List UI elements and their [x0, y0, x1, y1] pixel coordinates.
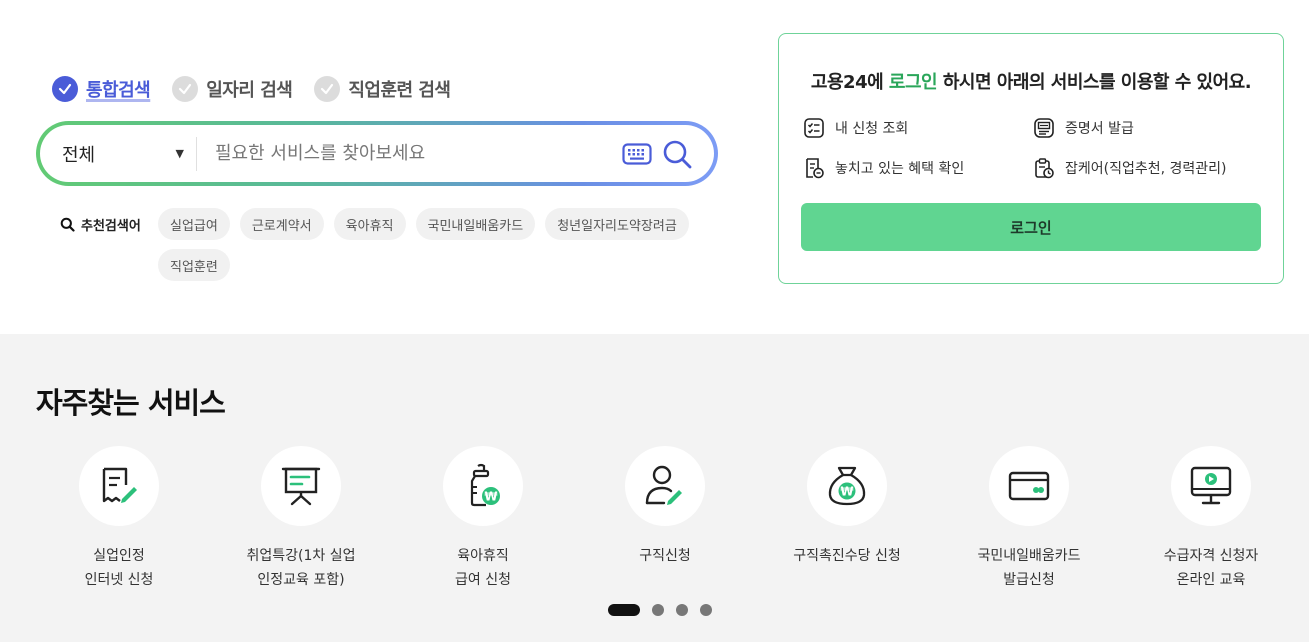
service-card-label: 수급자격 신청자 온라인 교육 — [1163, 548, 1259, 588]
benefit-check-icon — [806, 158, 824, 179]
money-bag-icon: ₩ — [828, 466, 866, 506]
tab-label: 직업훈련 검색 — [348, 80, 451, 101]
service-icon-circle — [1171, 446, 1251, 526]
login-service-label: 내 신청 조회 — [835, 121, 909, 137]
keyword-chip[interactable]: 직업훈련 — [158, 249, 230, 281]
recommended-title: 추천검색어 — [60, 215, 141, 234]
check-icon — [52, 76, 78, 102]
pagination-dot-2[interactable] — [652, 604, 664, 616]
login-panel: 고용24에 로그인 하시면 아래의 서비스를 이용할 수 있어요. 내 신청 조… — [778, 33, 1284, 284]
service-card-label: 육아휴직 급여 신청 — [455, 548, 511, 588]
card-icon — [1008, 471, 1050, 501]
service-card[interactable]: ₩ 구직촉진수당 신청 — [756, 446, 938, 592]
service-icon-circle — [261, 446, 341, 526]
login-service-item: 잡케어(직업추천, 경력관리) — [1033, 156, 1263, 180]
caret-down-icon: ▼ — [175, 147, 184, 160]
check-icon — [172, 76, 199, 102]
service-icon-circle: ₩ — [443, 446, 523, 526]
tab-training-search[interactable]: 직업훈련 검색 — [314, 76, 451, 102]
service-card-label: 국민내일배움카드 발급신청 — [977, 548, 1081, 588]
login-button[interactable]: 로그인 — [801, 203, 1261, 251]
keyword-chip[interactable]: 근로계약서 — [239, 208, 324, 240]
login-heading: 고용24에 로그인 하시면 아래의 서비스를 이용할 수 있어요. — [779, 68, 1283, 94]
login-heading-prefix: 고용24에 — [810, 72, 889, 93]
service-card-list: 실업인정 인터넷 신청 취업특강(1차 실업 인정교육 포함) ₩ 육아휴직 급… — [28, 446, 1302, 592]
login-service-item: 놓치고 있는 혜택 확인 — [803, 156, 1033, 180]
search-scope-select[interactable]: 전체 ▼ — [40, 136, 197, 171]
service-card[interactable]: 실업인정 인터넷 신청 — [28, 446, 210, 592]
person-edit-icon — [645, 465, 682, 505]
search-input[interactable] — [197, 143, 622, 164]
search-bar-inner: 전체 ▼ — [40, 125, 714, 182]
login-service-item: 증명서 발급 — [1033, 116, 1263, 140]
pagination-dot-3[interactable] — [676, 604, 688, 616]
search-tabs: 통합검색 일자리 검색 직업훈련 검색 — [52, 76, 472, 102]
service-icon-circle — [989, 446, 1069, 526]
service-card-label: 구직촉진수당 신청 — [793, 548, 901, 564]
certificate-icon — [1034, 118, 1054, 138]
svg-text:₩: ₩ — [484, 490, 498, 504]
service-card-label: 취업특강(1차 실업 인정교육 포함) — [246, 548, 356, 588]
frequent-services-section: 자주찾는 서비스 실업인정 인터넷 신청 취업특강(1차 실업 인정교육 포함)… — [0, 334, 1309, 642]
search-icon — [60, 217, 75, 232]
keyword-chip[interactable]: 청년일자리도약장려금 — [545, 208, 689, 240]
service-card[interactable]: 구직신청 — [574, 446, 756, 592]
keyword-chip[interactable]: 육아휴직 — [333, 208, 406, 240]
login-service-label: 잡케어(직업추천, 경력관리) — [1065, 161, 1227, 177]
jobcare-icon — [1035, 158, 1054, 179]
service-card[interactable]: 국민내일배움카드 발급신청 — [938, 446, 1120, 592]
keyword-chips: 실업급여 근로계약서 육아휴직 국민내일배움카드 청년일자리도약장려금 직업훈련 — [158, 208, 718, 281]
monitor-play-icon — [1190, 466, 1232, 505]
keyword-chip[interactable]: 실업급여 — [158, 208, 230, 240]
tab-label: 일자리 검색 — [206, 80, 293, 101]
baby-bottle-icon: ₩ — [470, 463, 500, 507]
service-icon-circle: ₩ — [807, 446, 887, 526]
service-card-label: 구직신청 — [639, 548, 691, 564]
carousel-pagination — [608, 604, 712, 616]
service-icon-circle — [79, 446, 159, 526]
service-card[interactable]: ₩ 육아휴직 급여 신청 — [392, 446, 574, 592]
keyword-chip[interactable]: 국민내일배움카드 — [415, 208, 536, 240]
login-service-label: 증명서 발급 — [1065, 121, 1134, 137]
pagination-dot-4[interactable] — [700, 604, 712, 616]
login-heading-suffix: 하시면 아래의 서비스를 이용할 수 있어요. — [937, 72, 1252, 93]
login-service-label: 놓치고 있는 혜택 확인 — [835, 161, 965, 177]
check-icon — [314, 76, 341, 102]
recommended-title-label: 추천검색어 — [81, 219, 141, 234]
checklist-icon — [804, 118, 824, 138]
tab-job-search[interactable]: 일자리 검색 — [172, 76, 293, 102]
login-heading-highlight: 로그인 — [888, 72, 938, 93]
login-service-item: 내 신청 조회 — [803, 116, 1033, 140]
presentation-board-icon — [281, 467, 321, 506]
service-card-label: 실업인정 인터넷 신청 — [84, 548, 154, 588]
tab-integrated-search[interactable]: 통합검색 — [52, 76, 151, 102]
login-service-list: 내 신청 조회 증명서 발급 놓치고 있는 혜택 확인 잡케어(직업추천, 경력… — [803, 116, 1263, 180]
pagination-dot-1[interactable] — [608, 604, 640, 616]
search-bar: 전체 ▼ — [36, 121, 718, 186]
service-card[interactable]: 수급자격 신청자 온라인 교육 — [1120, 446, 1302, 592]
search-icon[interactable] — [662, 139, 692, 169]
virtual-keyboard-icon[interactable] — [622, 142, 652, 165]
service-card[interactable]: 취업특강(1차 실업 인정교육 포함) — [210, 446, 392, 592]
search-scope-value: 전체 — [62, 144, 96, 166]
svg-text:₩: ₩ — [840, 485, 854, 499]
tab-label: 통합검색 — [86, 80, 151, 101]
document-edit-icon — [102, 467, 137, 503]
section-title: 자주찾는 서비스 — [36, 386, 226, 420]
service-icon-circle — [625, 446, 705, 526]
